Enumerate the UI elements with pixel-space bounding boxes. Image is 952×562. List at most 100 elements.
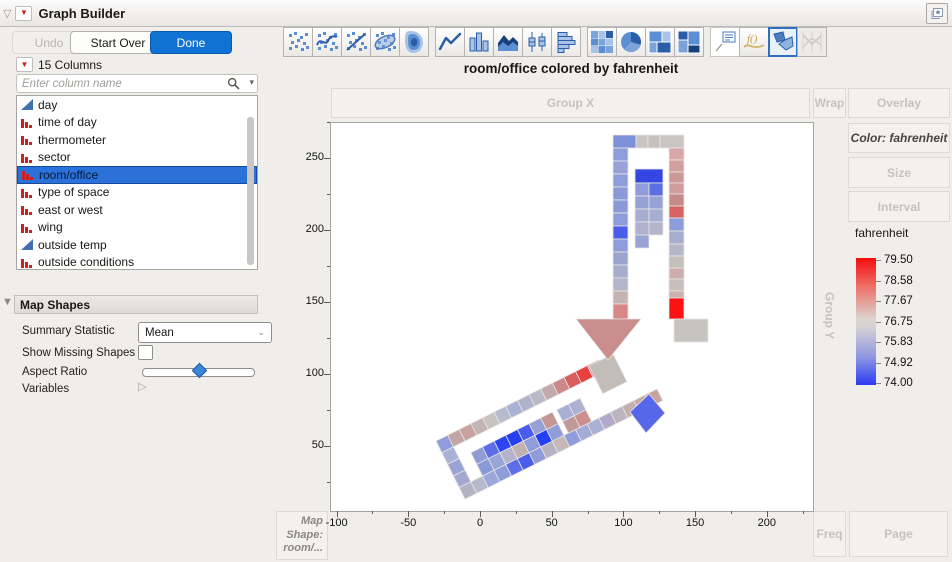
show-missing-shapes-checkbox[interactable] bbox=[138, 345, 153, 360]
map-room-cell[interactable] bbox=[613, 200, 628, 213]
map-room-cell[interactable] bbox=[613, 213, 628, 226]
dropzone-color[interactable]: Color: fahrenheit bbox=[848, 123, 950, 153]
tool-pie-button[interactable] bbox=[616, 27, 646, 57]
map-room-cell[interactable] bbox=[613, 148, 628, 161]
map-room-cell[interactable] bbox=[613, 252, 628, 265]
tool-caption-box-button[interactable] bbox=[710, 27, 740, 57]
map-room-cell[interactable] bbox=[669, 183, 684, 194]
tool-line-button[interactable] bbox=[435, 27, 465, 57]
map-room-cell[interactable] bbox=[648, 135, 660, 148]
tool-contour-button[interactable] bbox=[399, 27, 429, 57]
tool-mosaic-button[interactable] bbox=[674, 27, 704, 57]
map-room-cell[interactable] bbox=[674, 319, 708, 342]
map-shapes-header[interactable]: Map Shapes bbox=[14, 295, 258, 314]
aspect-ratio-slider-thumb[interactable] bbox=[191, 363, 207, 379]
column-search-input[interactable] bbox=[16, 74, 258, 93]
column-item-outside-temp[interactable]: outside temp bbox=[17, 236, 257, 254]
map-room-cell[interactable] bbox=[613, 304, 628, 319]
save-layout-button[interactable] bbox=[926, 3, 948, 24]
map-room-cell[interactable] bbox=[635, 196, 649, 209]
map-room-cell[interactable] bbox=[613, 161, 628, 174]
summary-statistic-dropdown[interactable]: Mean ⌄ bbox=[138, 322, 272, 343]
column-item-room-office[interactable]: room/office bbox=[17, 166, 257, 184]
graph-builder-menu-button[interactable]: ▼ bbox=[15, 6, 32, 21]
list-scrollbar-thumb[interactable] bbox=[247, 117, 254, 265]
map-room-cell[interactable] bbox=[669, 194, 684, 206]
search-icon[interactable] bbox=[227, 77, 240, 90]
map-room-cell[interactable] bbox=[649, 196, 663, 209]
map-room-cell[interactable] bbox=[649, 222, 663, 235]
y-axis-tick-label: 200 bbox=[292, 223, 324, 235]
tool-line-of-fit-button[interactable] bbox=[341, 27, 371, 57]
y-axis-tick-label: 50 bbox=[292, 439, 324, 451]
map-room-cell[interactable] bbox=[660, 135, 684, 148]
map-room-cell[interactable] bbox=[635, 235, 649, 248]
done-button[interactable]: Done bbox=[150, 31, 232, 54]
dropzone-overlay[interactable]: Overlay bbox=[848, 88, 950, 118]
tool-heatmap-button[interactable] bbox=[587, 27, 617, 57]
map-room-cell[interactable] bbox=[636, 135, 648, 148]
map-room-cell[interactable] bbox=[613, 278, 628, 291]
column-item-sector[interactable]: sector bbox=[17, 149, 257, 167]
map-room-cell[interactable] bbox=[669, 279, 684, 291]
map-room-cell[interactable] bbox=[613, 187, 628, 200]
map-room-cell[interactable] bbox=[635, 222, 649, 235]
column-item-day[interactable]: day bbox=[17, 96, 257, 114]
tool-formula-button[interactable]: f() bbox=[739, 27, 769, 57]
dropzone-group-y[interactable]: Group Y bbox=[813, 122, 846, 510]
tool-bar-button[interactable] bbox=[464, 27, 494, 57]
plot-area[interactable] bbox=[330, 122, 814, 512]
map-room-cell[interactable] bbox=[669, 160, 684, 172]
map-room-cell[interactable] bbox=[669, 268, 684, 279]
column-item-east-or-west[interactable]: east or west bbox=[17, 201, 257, 219]
dropzone-page[interactable]: Page bbox=[849, 511, 948, 557]
tool-ellipse-button[interactable] bbox=[370, 27, 400, 57]
map-room-cell[interactable] bbox=[669, 206, 684, 218]
tool-smoother-button[interactable] bbox=[312, 27, 342, 57]
column-item-outside-conditions[interactable]: outside conditions bbox=[17, 254, 257, 272]
dropzone-interval[interactable]: Interval bbox=[848, 191, 950, 222]
columns-menu-button[interactable]: ▼ bbox=[16, 57, 33, 72]
tool-scatter-button[interactable] bbox=[283, 27, 313, 57]
map-room-cell[interactable] bbox=[649, 209, 663, 222]
tool-parallel-button[interactable] bbox=[797, 27, 827, 57]
column-item-wing[interactable]: wing bbox=[17, 219, 257, 237]
map-room-cell[interactable] bbox=[669, 291, 684, 298]
tool-box-plot-button[interactable] bbox=[522, 27, 552, 57]
map-room-cell[interactable] bbox=[635, 169, 663, 183]
map-room-cell[interactable] bbox=[613, 239, 628, 252]
dropzone-wrap[interactable]: Wrap bbox=[813, 88, 846, 118]
report-disclosure-icon[interactable]: ▽ bbox=[3, 7, 11, 20]
map-room-shape[interactable] bbox=[576, 319, 641, 360]
dropzone-freq[interactable]: Freq bbox=[813, 511, 846, 557]
dropzone-group-x[interactable]: Group X bbox=[331, 88, 810, 118]
variables-disclosure-icon[interactable]: ▷ bbox=[138, 380, 146, 393]
map-room-cell[interactable] bbox=[669, 172, 684, 183]
map-room-cell[interactable] bbox=[669, 298, 684, 319]
map-room-cell[interactable] bbox=[669, 244, 684, 256]
map-room-cell[interactable] bbox=[613, 174, 628, 187]
tool-area-button[interactable] bbox=[493, 27, 523, 57]
map-room-cell[interactable] bbox=[649, 183, 663, 196]
map-room-cell[interactable] bbox=[669, 148, 684, 160]
map-room-cell[interactable] bbox=[613, 291, 628, 304]
column-item-thermometer[interactable]: thermometer bbox=[17, 131, 257, 149]
map-room-cell[interactable] bbox=[669, 231, 684, 244]
search-options-caret-icon[interactable]: ▾ bbox=[249, 77, 254, 88]
column-item-time-of-day[interactable]: time of day bbox=[17, 114, 257, 132]
map-room-cell[interactable] bbox=[613, 226, 628, 239]
tool-histogram-button[interactable] bbox=[551, 27, 581, 57]
map-room-cell[interactable] bbox=[613, 135, 636, 148]
map-room-cell[interactable] bbox=[669, 256, 684, 268]
map-room-cell[interactable] bbox=[669, 218, 684, 231]
tool-map-shapes-button[interactable] bbox=[768, 27, 798, 57]
map-room-cell[interactable] bbox=[635, 183, 649, 196]
legend-gradient-bar[interactable] bbox=[856, 258, 876, 385]
map-room-cell[interactable] bbox=[613, 265, 628, 278]
aspect-ratio-slider[interactable] bbox=[142, 368, 255, 377]
dropzone-size[interactable]: Size bbox=[848, 157, 950, 188]
tool-treemap-button[interactable] bbox=[645, 27, 675, 57]
map-shapes-disclosure-icon[interactable]: ▼ bbox=[2, 296, 13, 308]
map-room-cell[interactable] bbox=[635, 209, 649, 222]
column-item-type-of-space[interactable]: type of space bbox=[17, 184, 257, 202]
